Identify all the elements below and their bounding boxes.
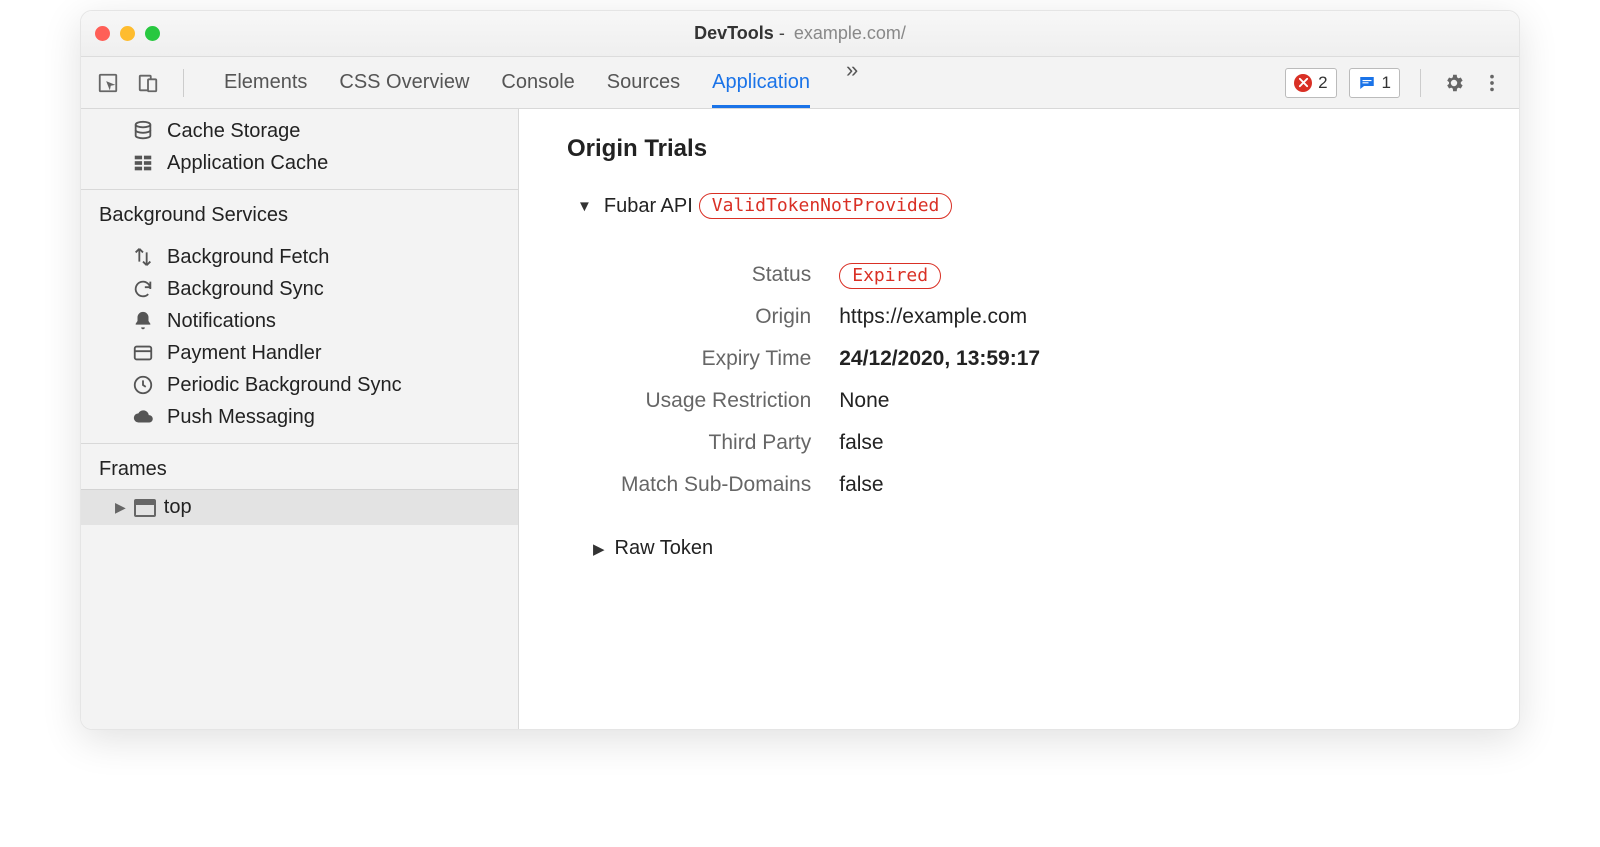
sidebar-item-label: Notifications (167, 310, 276, 333)
tab-elements[interactable]: Elements (224, 57, 307, 108)
device-toggle-icon[interactable] (135, 70, 161, 96)
usage-label: Usage Restriction (621, 389, 839, 413)
messages-chip[interactable]: 1 (1349, 68, 1400, 98)
sidebar-item-application-cache[interactable]: Application Cache (81, 147, 518, 179)
raw-token-row[interactable]: ▶ Raw Token (593, 537, 1471, 560)
sidebar-item-cache-storage[interactable]: Cache Storage (81, 115, 518, 147)
frames-header[interactable]: Frames (81, 443, 518, 489)
transfer-icon (131, 245, 155, 269)
messages-count: 1 (1382, 73, 1391, 93)
inspect-element-icon[interactable] (95, 70, 121, 96)
status-label: Status (621, 263, 839, 287)
tabs-overflow-icon[interactable]: » (842, 57, 862, 108)
origin-trial-row[interactable]: ▼ Fubar API ValidTokenNotProvided (577, 193, 1471, 219)
usage-value: None (839, 389, 1040, 413)
toolbar: Elements CSS Overview Console Sources Ap… (81, 57, 1519, 109)
database-icon (131, 119, 155, 143)
third-party-label: Third Party (621, 431, 839, 455)
sidebar-item-notifications[interactable]: Notifications (81, 305, 518, 337)
minimize-window-button[interactable] (120, 26, 135, 41)
error-icon (1294, 74, 1312, 92)
trial-name: Fubar API (604, 195, 693, 218)
message-icon (1358, 74, 1376, 92)
expand-triangle-icon[interactable]: ▶ (593, 540, 605, 558)
sidebar-item-background-sync[interactable]: Background Sync (81, 273, 518, 305)
sidebar-item-label: Payment Handler (167, 342, 322, 365)
devtools-window: DevTools - example.com/ Elements CSS Ove… (80, 10, 1520, 730)
window-controls (95, 26, 160, 41)
titlebar: DevTools - example.com/ (81, 11, 1519, 57)
origin-trials-heading: Origin Trials (567, 135, 1471, 163)
panel-tabs: Elements CSS Overview Console Sources Ap… (224, 57, 1271, 108)
expiry-label: Expiry Time (621, 347, 839, 371)
more-menu-icon[interactable] (1479, 70, 1505, 96)
window-title: DevTools - example.com/ (81, 23, 1519, 44)
tab-console[interactable]: Console (501, 57, 574, 108)
clock-icon (131, 373, 155, 397)
errors-count: 2 (1318, 73, 1327, 93)
collapse-triangle-icon[interactable]: ▼ (577, 198, 592, 215)
sidebar-item-label: Cache Storage (167, 120, 300, 143)
raw-token-label: Raw Token (615, 537, 714, 560)
expiry-value: 24/12/2020, 13:59:17 (839, 347, 1040, 371)
bell-icon (131, 309, 155, 333)
tab-application[interactable]: Application (712, 57, 810, 108)
bg-services-header[interactable]: Background Services (81, 189, 518, 235)
tab-sources[interactable]: Sources (607, 57, 680, 108)
sidebar-item-label: Background Sync (167, 278, 324, 301)
frames-top-row[interactable]: ▶ top (81, 489, 518, 525)
origin-value: https://example.com (839, 305, 1040, 329)
errors-chip[interactable]: 2 (1285, 68, 1336, 98)
sidebar-item-periodic-background-sync[interactable]: Periodic Background Sync (81, 369, 518, 401)
grid-icon (131, 151, 155, 175)
third-party-value: false (839, 431, 1040, 455)
subdomains-label: Match Sub-Domains (621, 473, 839, 497)
sidebar-item-label: Periodic Background Sync (167, 374, 402, 397)
application-sidebar: Cache Storage Application Cache Backgrou… (81, 109, 519, 729)
sidebar-item-background-fetch[interactable]: Background Fetch (81, 241, 518, 273)
application-main: Origin Trials ▼ Fubar API ValidTokenNotP… (519, 109, 1519, 729)
close-window-button[interactable] (95, 26, 110, 41)
settings-icon[interactable] (1441, 70, 1467, 96)
sidebar-item-label: Push Messaging (167, 406, 315, 429)
frame-name: top (164, 496, 192, 519)
tab-css-overview[interactable]: CSS Overview (339, 57, 469, 108)
sidebar-item-label: Application Cache (167, 152, 328, 175)
credit-card-icon (131, 341, 155, 365)
frame-icon (134, 499, 156, 517)
title-app: DevTools (694, 23, 774, 44)
trial-details-table: Status Expired Origin https://example.co… (621, 245, 1040, 515)
sidebar-item-label: Background Fetch (167, 246, 329, 269)
cloud-icon (131, 405, 155, 429)
trial-status-pill: ValidTokenNotProvided (699, 193, 953, 219)
panel-body: Cache Storage Application Cache Backgrou… (81, 109, 1519, 729)
expand-triangle-icon[interactable]: ▶ (115, 499, 126, 516)
sidebar-item-payment-handler[interactable]: Payment Handler (81, 337, 518, 369)
title-url: example.com/ (794, 23, 906, 44)
separator (183, 69, 184, 97)
sync-icon (131, 277, 155, 301)
subdomains-value: false (839, 473, 1040, 497)
bg-services-section: Background Fetch Background Sync Notific… (81, 235, 518, 443)
status-value-pill: Expired (839, 263, 941, 289)
origin-label: Origin (621, 305, 839, 329)
zoom-window-button[interactable] (145, 26, 160, 41)
toolbar-right: 2 1 (1285, 68, 1505, 98)
cache-section: Cache Storage Application Cache (81, 109, 518, 189)
sidebar-item-push-messaging[interactable]: Push Messaging (81, 401, 518, 433)
separator (1420, 69, 1421, 97)
